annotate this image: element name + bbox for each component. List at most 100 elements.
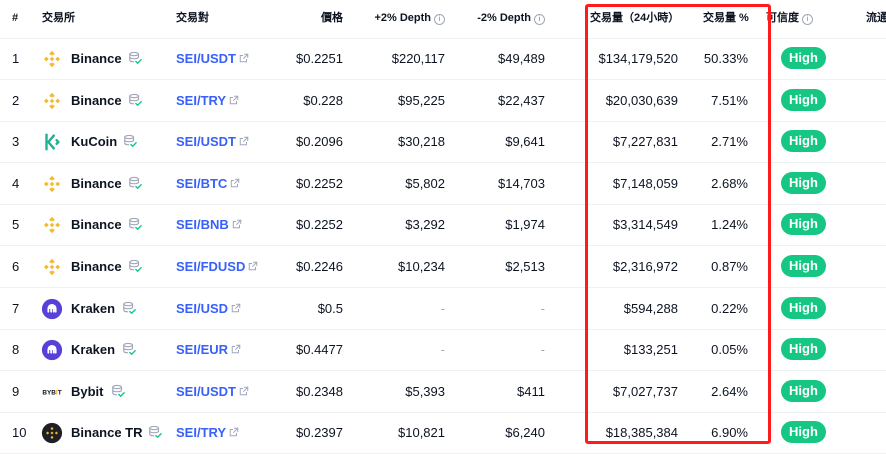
verified-database-icon bbox=[128, 176, 142, 190]
pair-cell[interactable]: SEI/TRY bbox=[176, 80, 239, 121]
volume-pct-cell: 0.05% bbox=[711, 342, 748, 358]
external-link-icon[interactable] bbox=[239, 371, 249, 412]
depth-plus-cell: $95,225 bbox=[398, 92, 445, 108]
svg-text:BYBIT: BYBIT bbox=[42, 389, 61, 396]
depth-minus-cell: - bbox=[540, 300, 545, 316]
pair-link[interactable]: SEI/USDT bbox=[176, 51, 236, 66]
header-depth-plus-label: +2% Depth bbox=[374, 12, 431, 24]
pair-cell[interactable]: SEI/FDUSD bbox=[176, 246, 258, 287]
external-link-icon[interactable] bbox=[232, 204, 242, 245]
volume-cell: $594,288 bbox=[623, 300, 678, 316]
pair-link[interactable]: SEI/USD bbox=[176, 301, 228, 316]
volume-pct-cell: 0.22% bbox=[711, 300, 748, 316]
pair-cell[interactable]: SEI/TRY bbox=[176, 412, 239, 453]
header-price[interactable]: 價格 bbox=[283, 0, 343, 38]
volume-cell: $7,027,737 bbox=[612, 383, 678, 399]
table-row[interactable]: 1 Binance SEI/USDT $0.2251 $220,117 $49,489 $1… bbox=[0, 38, 886, 80]
table-row[interactable]: 6 Binance SEI/FDUSD $0.2246 $10,234 $2,513 $2,… bbox=[0, 246, 886, 288]
pair-link[interactable]: SEI/USDT bbox=[176, 134, 236, 149]
depth-plus-cell: $5,393 bbox=[405, 383, 445, 399]
volume-cell: $3,314,549 bbox=[612, 217, 678, 233]
exchange-name[interactable]: Binance bbox=[71, 246, 122, 287]
external-link-icon[interactable] bbox=[248, 246, 258, 287]
external-link-icon[interactable] bbox=[229, 412, 239, 453]
external-link-icon[interactable] bbox=[239, 121, 249, 162]
volume-pct-cell: 50.33% bbox=[703, 51, 748, 66]
depth-minus-cell: $1,974 bbox=[505, 217, 545, 233]
binance-logo bbox=[41, 48, 63, 70]
exchange-name[interactable]: KuCoin bbox=[71, 121, 117, 162]
exchange-name[interactable]: Binance TR bbox=[71, 412, 143, 453]
pair-link[interactable]: SEI/USDT bbox=[176, 384, 236, 399]
pair-link[interactable]: SEI/BNB bbox=[176, 217, 229, 232]
table-row[interactable]: 5 Binance SEI/BNB $0.2252 $3,292 $1,974 $3,314… bbox=[0, 204, 886, 247]
external-link-icon[interactable] bbox=[231, 288, 241, 329]
header-confidence[interactable]: 可信度 i bbox=[766, 0, 813, 38]
depth-plus-cell: $30,218 bbox=[398, 134, 445, 150]
exchange-name[interactable]: Binance bbox=[71, 80, 122, 121]
exchange-name[interactable]: Binance bbox=[71, 163, 122, 204]
header-liquidity[interactable]: 流通 bbox=[866, 0, 886, 38]
depth-minus-cell: $22,437 bbox=[498, 92, 545, 108]
header-pair[interactable]: 交易對 bbox=[176, 0, 209, 38]
info-icon[interactable]: i bbox=[434, 14, 445, 25]
price-cell: $0.2252 bbox=[296, 217, 343, 233]
confidence-badge: High bbox=[781, 379, 826, 402]
volume-pct-cell: 2.71% bbox=[711, 134, 748, 150]
header-confidence-label: 可信度 bbox=[766, 12, 799, 24]
external-link-icon[interactable] bbox=[239, 38, 249, 79]
table-row[interactable]: 3 KuCoin SEI/USDT $0.2096 $30,218 $9,641 $7,22… bbox=[0, 121, 886, 164]
pair-link[interactable]: SEI/BTC bbox=[176, 176, 227, 191]
external-link-icon[interactable] bbox=[230, 163, 240, 204]
table-row[interactable]: 8 Kraken SEI/EUR $0.4477 - - $133,251 0.05% High bbox=[0, 329, 886, 372]
exchange-name[interactable]: Binance bbox=[71, 38, 122, 79]
header-depth-minus-label: -2% Depth bbox=[477, 12, 531, 24]
table-row[interactable]: 10 Binance TR SEI/TRY $0.2397 $10,821 $6,240 $… bbox=[0, 412, 886, 454]
header-exchange[interactable]: 交易所 bbox=[42, 0, 75, 38]
header-volume-pct[interactable]: 交易量 % bbox=[703, 0, 749, 38]
exchange-name[interactable]: Kraken bbox=[71, 288, 115, 329]
external-link-icon[interactable] bbox=[229, 80, 239, 121]
pair-link[interactable]: SEI/FDUSD bbox=[176, 259, 245, 274]
rank-cell: 5 bbox=[12, 217, 20, 233]
exchange-name[interactable]: Bybit bbox=[71, 371, 104, 412]
depth-minus-cell: $14,703 bbox=[498, 175, 545, 191]
rank-cell: 7 bbox=[12, 300, 20, 316]
confidence-badge: High bbox=[781, 171, 826, 194]
price-cell: $0.2246 bbox=[296, 259, 343, 274]
header-rank[interactable]: # bbox=[12, 0, 18, 38]
info-icon[interactable]: i bbox=[534, 14, 545, 25]
pair-link[interactable]: SEI/TRY bbox=[176, 93, 226, 108]
pair-cell[interactable]: SEI/USD bbox=[176, 288, 241, 329]
volume-cell: $7,148,059 bbox=[612, 175, 678, 191]
pair-cell[interactable]: SEI/USDT bbox=[176, 38, 249, 79]
table-row[interactable]: 2 Binance SEI/TRY $0.228 $95,225 $22,437 $20,0… bbox=[0, 80, 886, 122]
volume-pct-cell: 2.64% bbox=[711, 383, 748, 399]
verified-database-icon bbox=[148, 425, 162, 439]
exchange-name[interactable]: Binance bbox=[71, 204, 122, 245]
table-row[interactable]: 7 Kraken SEI/USD $0.5 - - $594,288 0.22% High bbox=[0, 288, 886, 330]
confidence-badge: High bbox=[781, 47, 826, 69]
rank-cell: 9 bbox=[12, 383, 20, 399]
pair-link[interactable]: SEI/EUR bbox=[176, 342, 228, 357]
depth-minus-cell: $49,489 bbox=[498, 51, 545, 66]
pair-link[interactable]: SEI/TRY bbox=[176, 425, 226, 440]
table-row[interactable]: 4 Binance SEI/BTC $0.2252 $5,802 $14,703 $7,14… bbox=[0, 163, 886, 205]
external-link-icon[interactable] bbox=[231, 329, 241, 370]
pair-cell[interactable]: SEI/EUR bbox=[176, 329, 241, 370]
header-depth-minus[interactable]: -2% Depth i bbox=[445, 0, 545, 38]
header-volume[interactable]: 交易量（24小時） bbox=[590, 0, 679, 38]
confidence-badge: High bbox=[781, 130, 826, 153]
volume-cell: $133,251 bbox=[623, 342, 678, 358]
depth-plus-cell: $220,117 bbox=[391, 51, 445, 66]
pair-cell[interactable]: SEI/BTC bbox=[176, 163, 240, 204]
header-depth-plus[interactable]: +2% Depth i bbox=[350, 0, 445, 38]
volume-pct-cell: 7.51% bbox=[711, 92, 748, 108]
pair-cell[interactable]: SEI/BNB bbox=[176, 204, 242, 245]
table-row[interactable]: 9 BYBIT Bybit SEI/USDT $0.2348 $5,393 $411 $7,0… bbox=[0, 371, 886, 413]
pair-cell[interactable]: SEI/USDT bbox=[176, 121, 249, 162]
price-cell: $0.2397 bbox=[296, 425, 343, 441]
info-icon[interactable]: i bbox=[802, 14, 813, 25]
pair-cell[interactable]: SEI/USDT bbox=[176, 371, 249, 412]
exchange-name[interactable]: Kraken bbox=[71, 329, 115, 370]
